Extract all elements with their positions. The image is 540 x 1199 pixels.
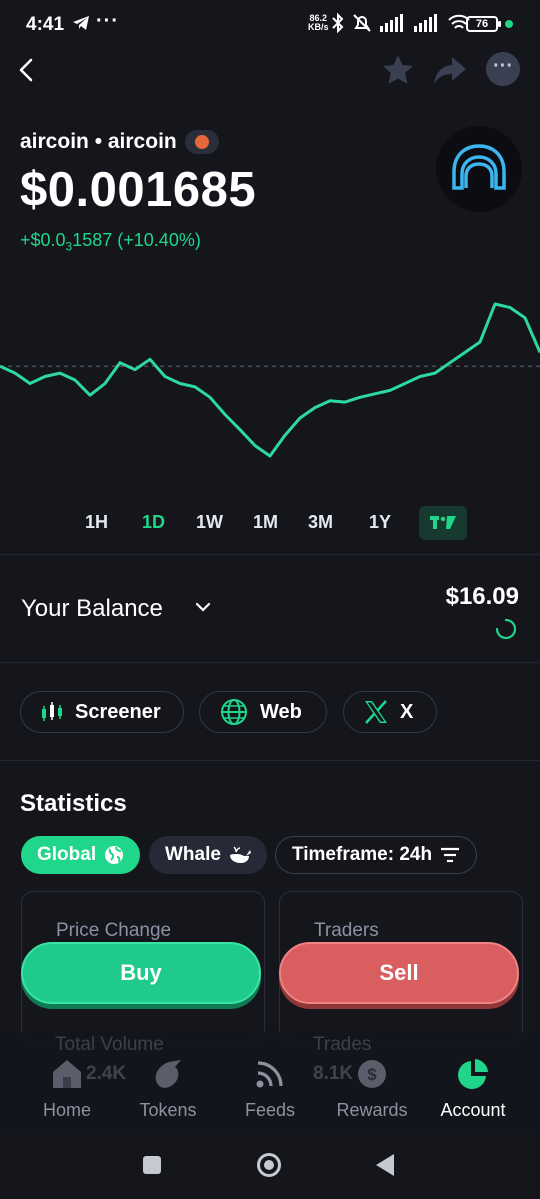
screener-icon xyxy=(42,702,62,721)
nav-tokens[interactable]: Tokens xyxy=(118,1056,218,1121)
whale-icon xyxy=(229,846,251,863)
tokens-icon xyxy=(155,1060,181,1088)
balance-value: $16.09 xyxy=(445,583,519,610)
nav-home[interactable]: Home xyxy=(17,1056,117,1121)
tradingview-button[interactable] xyxy=(419,506,467,540)
global-filter-button[interactable]: Global xyxy=(21,836,141,874)
network-speed: 86.2 KB/s xyxy=(308,13,329,32)
chain-icon xyxy=(194,135,209,149)
svg-text:$: $ xyxy=(367,1065,377,1084)
stat-label-ghost: Trades xyxy=(313,1034,372,1055)
nav-feeds[interactable]: Feeds xyxy=(220,1056,320,1121)
balance-label[interactable]: Your Balance xyxy=(21,595,163,623)
signal-icon-2 xyxy=(414,14,437,32)
status-time: 4:41 xyxy=(26,14,65,35)
nav-account[interactable]: Account xyxy=(423,1056,523,1121)
recents-button[interactable] xyxy=(143,1156,161,1174)
battery-indicator: 76 xyxy=(466,16,501,32)
web-link[interactable]: Web xyxy=(199,691,327,733)
stat-label: Traders xyxy=(314,920,379,941)
price-change: +$0.031587 (+10.40%) xyxy=(20,230,201,254)
status-more-dots: ··· xyxy=(96,10,119,32)
telegram-icon xyxy=(73,16,89,30)
divider xyxy=(0,554,540,555)
x-link[interactable]: X xyxy=(343,691,437,733)
web-label: Web xyxy=(260,700,302,723)
range-tab-1y[interactable]: 1Y xyxy=(369,512,391,533)
globe-icon xyxy=(221,699,247,725)
share-forward-icon[interactable] xyxy=(432,54,468,86)
pie-chart-icon xyxy=(458,1059,488,1089)
screener-link[interactable]: Screener xyxy=(20,691,184,733)
signal-icon xyxy=(380,14,403,32)
token-logo xyxy=(436,126,522,212)
x-logo-icon xyxy=(365,700,387,724)
loading-spinner-icon xyxy=(495,618,517,640)
nav-rewards[interactable]: $ Rewards xyxy=(322,1056,422,1121)
range-tab-1h[interactable]: 1H xyxy=(85,512,108,533)
price-line xyxy=(0,302,540,458)
status-bar: 4:41 ··· 86.2 KB/s 76 xyxy=(0,0,540,50)
filter-icon xyxy=(441,847,460,863)
sell-button[interactable]: Sell xyxy=(279,942,519,1004)
system-nav-bar xyxy=(0,1132,540,1199)
mute-bell-icon xyxy=(353,14,371,32)
bluetooth-icon xyxy=(332,13,344,33)
range-tab-1w[interactable]: 1W xyxy=(196,512,223,533)
timeframe-filter-button[interactable]: Timeframe: 24h xyxy=(275,836,478,874)
x-label: X xyxy=(400,700,414,723)
chevron-down-icon[interactable] xyxy=(194,600,212,614)
back-arrow-icon[interactable] xyxy=(14,56,38,84)
screener-label: Screener xyxy=(75,700,161,723)
divider xyxy=(0,662,540,663)
stat-label: Price Change xyxy=(56,920,172,941)
tradingview-icon xyxy=(430,516,456,529)
range-tab-3m[interactable]: 3M xyxy=(308,512,333,533)
star-favorite-icon[interactable] xyxy=(380,52,416,88)
token-title: aircoin • aircoin xyxy=(20,130,219,154)
chain-badge xyxy=(184,130,219,154)
timeframe-tabs: 1H 1D 1W 1M 3M 1Y xyxy=(0,506,540,542)
whale-filter-button[interactable]: Whale xyxy=(149,836,267,874)
more-options-button[interactable]: ··· xyxy=(486,52,520,86)
token-price: $0.001685 xyxy=(20,163,257,217)
home-button[interactable] xyxy=(257,1153,281,1177)
home-icon xyxy=(53,1060,81,1088)
token-name-text: aircoin • aircoin xyxy=(20,130,177,153)
divider xyxy=(0,760,540,761)
range-tab-1d[interactable]: 1D xyxy=(142,512,165,533)
price-chart[interactable] xyxy=(0,290,540,470)
stat-label-ghost: Total Volume xyxy=(55,1034,164,1055)
back-button[interactable] xyxy=(376,1154,394,1176)
range-tab-1m[interactable]: 1M xyxy=(253,512,278,533)
privacy-dot xyxy=(505,20,513,28)
rss-icon xyxy=(256,1061,283,1088)
buy-button[interactable]: Buy xyxy=(21,942,261,1004)
globe-icon xyxy=(105,846,124,864)
statistics-title: Statistics xyxy=(20,790,127,817)
rewards-icon: $ xyxy=(358,1060,386,1088)
